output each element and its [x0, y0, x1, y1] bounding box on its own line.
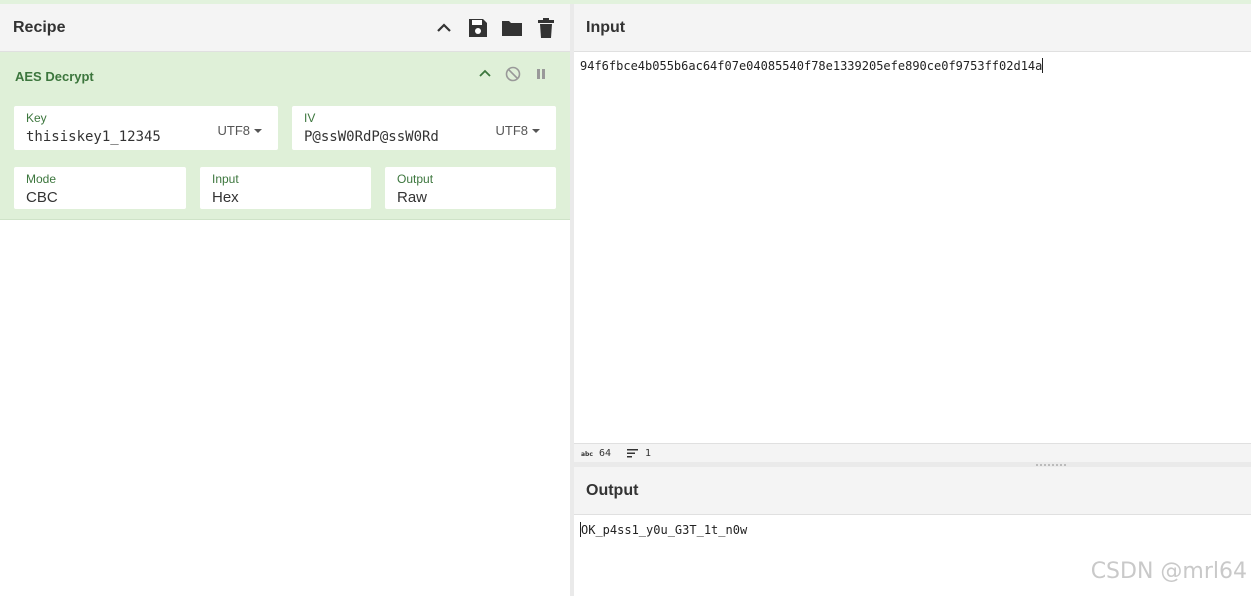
- char-count-value: 64: [599, 448, 612, 459]
- input-format-select[interactable]: Input Hex: [200, 167, 371, 209]
- mode-label: Mode: [26, 172, 57, 186]
- trash-icon[interactable]: [535, 17, 557, 39]
- chevron-down-icon: [532, 128, 540, 133]
- output-textarea[interactable]: OK_p4ss1_y0u_G3T_1t_n0w: [580, 522, 747, 537]
- watermark: CSDN @mrl64: [1090, 559, 1247, 584]
- key-value[interactable]: thisiskey1_12345: [26, 129, 161, 145]
- output-title: Output: [586, 482, 639, 499]
- save-icon[interactable]: [467, 17, 489, 39]
- key-field[interactable]: Key thisiskey1_12345 UTF8: [14, 106, 278, 150]
- input-format-label: Input: [212, 172, 239, 186]
- abc-icon: abc: [581, 451, 593, 457]
- line-count: 1: [627, 448, 651, 459]
- chevron-up-icon[interactable]: [433, 17, 455, 39]
- text-cursor: [1042, 58, 1044, 73]
- iv-field[interactable]: IV P@ssW0RdP@ssW0Rd UTF8: [292, 106, 556, 150]
- chevron-down-icon: [254, 128, 262, 133]
- input-textarea[interactable]: 94f6fbce4b055b6ac64f07e04085540f78e13392…: [580, 58, 1044, 73]
- output-format-value: Raw: [397, 189, 428, 206]
- mode-value: CBC: [26, 189, 58, 206]
- input-title: Input: [586, 19, 626, 36]
- pause-icon[interactable]: [532, 65, 550, 83]
- input-status-bar: abc 64 1: [574, 443, 1251, 463]
- input-text-content: 94f6fbce4b055b6ac64f07e04085540f78e13392…: [580, 59, 1043, 73]
- recipe-panel: Recipe AES Decrypt Key thisiskey1_12345 …: [0, 4, 570, 596]
- operation-title: AES Decrypt: [15, 69, 94, 84]
- key-encoding-label: UTF8: [217, 123, 251, 138]
- svg-text:abc: abc: [581, 451, 593, 457]
- iv-value[interactable]: P@ssW0RdP@ssW0Rd: [304, 129, 439, 145]
- folder-icon[interactable]: [501, 17, 523, 39]
- recipe-header: Recipe: [0, 4, 570, 52]
- output-format-label: Output: [397, 172, 434, 186]
- aes-decrypt-operation: AES Decrypt Key thisiskey1_12345 UTF8 IV…: [0, 52, 570, 220]
- output-format-select[interactable]: Output Raw: [385, 167, 556, 209]
- mode-select[interactable]: Mode CBC: [14, 167, 186, 209]
- output-text-content: OK_p4ss1_y0u_G3T_1t_n0w: [581, 523, 748, 537]
- input-format-value: Hex: [212, 189, 239, 206]
- char-count: abc 64: [581, 448, 611, 459]
- recipe-title: Recipe: [13, 19, 66, 36]
- output-panel: Output OK_p4ss1_y0u_G3T_1t_n0w CSDN @mrl…: [574, 467, 1251, 596]
- input-header: Input: [574, 4, 1251, 52]
- disable-icon[interactable]: [504, 65, 522, 83]
- iv-label: IV: [304, 111, 316, 125]
- input-panel: Input 94f6fbce4b055b6ac64f07e04085540f78…: [574, 4, 1251, 463]
- iv-encoding-label: UTF8: [495, 123, 529, 138]
- iv-encoding-dropdown[interactable]: UTF8: [495, 123, 540, 138]
- key-encoding-dropdown[interactable]: UTF8: [217, 123, 262, 138]
- line-count-value: 1: [645, 448, 652, 459]
- key-label: Key: [26, 111, 47, 125]
- lines-icon: [627, 448, 638, 457]
- output-header: Output: [574, 467, 1251, 515]
- chevron-up-icon[interactable]: [476, 65, 494, 83]
